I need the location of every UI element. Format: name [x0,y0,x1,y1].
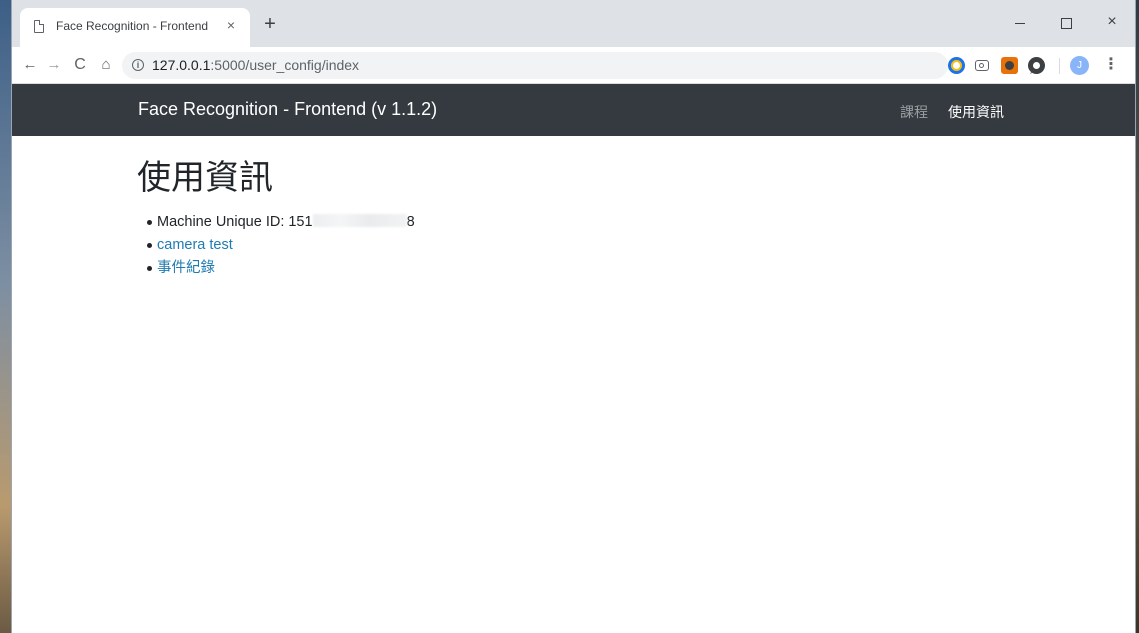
redacted-block [312,214,407,227]
url-text[interactable]: 127.0.0.1:5000/user_config/index [152,57,359,73]
camera-test-link[interactable]: camera test [157,237,233,253]
forward-icon[interactable]: → [42,53,66,77]
machine-id-tail: 8 [406,214,415,230]
url-host: 127.0.0.1 [152,57,211,73]
tab-strip: Face Recognition - Frontend × + × [12,0,1135,47]
window-close-button[interactable]: × [1089,8,1135,36]
page-icon [34,19,45,33]
list-item-machine-id: Machine Unique ID: 151 8 [147,211,415,234]
extension-chrome-icon[interactable] [948,57,965,74]
browser-menu-icon[interactable]: ⋮ [1101,53,1121,77]
info-list: Machine Unique ID: 151 8 camera test 事件紀錄 [147,211,415,280]
toolbar-divider [1059,58,1060,74]
web-page: Face Recognition - Frontend (v 1.1.2) 課程… [12,84,1135,633]
url-path: :5000/user_config/index [210,57,360,73]
site-info-icon[interactable]: i [132,59,144,71]
reload-icon[interactable]: C [68,53,92,77]
extension-dark-icon[interactable] [1028,57,1045,74]
minimize-button[interactable] [997,8,1043,36]
new-tab-button[interactable]: + [259,13,281,35]
machine-id-label: Machine Unique ID: 151 [157,214,313,230]
minimize-icon [1015,22,1025,24]
nav-link-courses[interactable]: 課程 [900,102,928,122]
desktop-wallpaper-left [0,0,12,633]
list-item-camera-test: camera test [147,234,415,257]
event-log-link[interactable]: 事件紀錄 [157,260,215,276]
home-icon[interactable]: ⌂ [94,53,118,77]
browser-toolbar: ← → C ⌂ i 127.0.0.1:5000/user_config/ind… [12,47,1135,84]
extension-camera-icon[interactable] [975,60,989,71]
list-item-event-log: 事件紀錄 [147,257,415,280]
extension-orange-icon[interactable] [1001,57,1018,74]
desktop-wallpaper-right [1135,0,1139,633]
address-bar[interactable]: i 127.0.0.1:5000/user_config/index ☆ [122,52,1041,79]
site-navbar: Face Recognition - Frontend (v 1.1.2) 課程… [12,84,1135,136]
page-title: 使用資訊 [137,159,273,197]
maximize-icon [1060,17,1072,29]
profile-avatar[interactable]: J [1070,56,1089,75]
back-icon[interactable]: ← [18,53,42,77]
nav-link-usage-info[interactable]: 使用資訊 [948,102,1004,122]
navbar-brand[interactable]: Face Recognition - Frontend (v 1.1.2) [138,99,437,120]
maximize-button[interactable] [1043,8,1089,36]
tab-close-icon[interactable]: × [222,16,240,34]
tab-title: Face Recognition - Frontend [56,19,209,33]
browser-tab[interactable]: Face Recognition - Frontend × [20,8,250,47]
browser-window: Face Recognition - Frontend × + × ← → C … [12,0,1135,633]
